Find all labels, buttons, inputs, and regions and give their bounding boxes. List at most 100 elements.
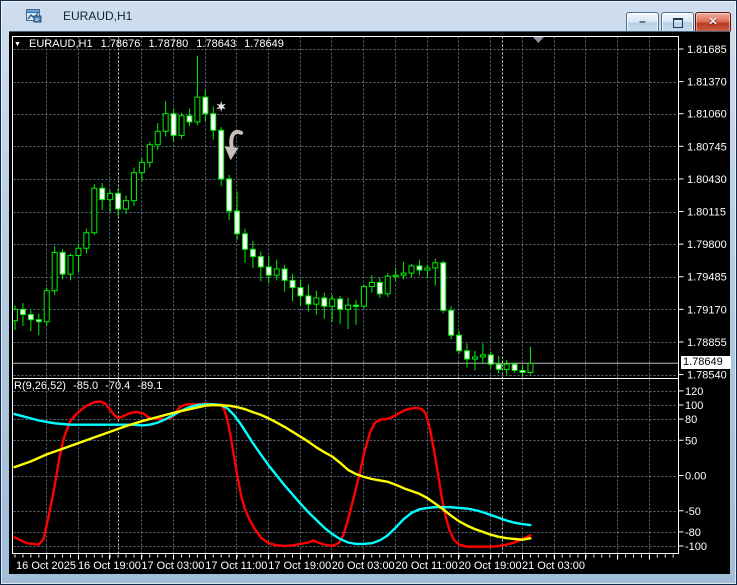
candle-bull — [527, 362, 534, 373]
indicator-value-cyan: -70.4 — [105, 380, 131, 392]
candle-bull — [479, 354, 486, 358]
candle-bear — [19, 308, 26, 316]
maximize-restore-button[interactable] — [661, 12, 694, 33]
candle-bull — [329, 298, 336, 307]
price-label: 1.79170 — [687, 304, 727, 316]
candle-bear — [305, 295, 312, 305]
candle-bear — [99, 187, 106, 201]
indicator-axis-label: -50 — [685, 506, 701, 518]
minimize-button[interactable]: – — [626, 12, 659, 33]
candle-bear — [487, 354, 494, 365]
ohlc-header: ▼ EURAUD,H1 1.78676 1.78780 1.78643 1.78… — [14, 38, 289, 50]
price-label: 1.78540 — [687, 370, 727, 382]
candle-bear — [456, 334, 463, 352]
candle-bull — [67, 255, 74, 275]
candle-bull — [123, 200, 130, 210]
candle-bull — [75, 247, 82, 257]
candle-bull — [368, 281, 375, 288]
price-label: 1.78855 — [687, 337, 727, 349]
candle-bear — [297, 287, 304, 297]
header-open: 1.78676 — [100, 38, 141, 50]
candle-bear — [495, 363, 502, 370]
candle-bull — [384, 275, 391, 295]
time-label: 20 Oct 19:00 — [459, 560, 522, 572]
candle-bear — [289, 279, 296, 289]
indicator-lines — [13, 400, 532, 548]
indicator-axis-label: 80 — [685, 414, 697, 426]
candle-bear — [352, 304, 359, 307]
indicator-value-red: -85.0 — [73, 380, 99, 392]
candle-bear — [376, 281, 383, 295]
chart-plot[interactable]: 1.81685 1.81370 1.81060 1.80745 1.80430 1.801… — [9, 31, 730, 574]
chart-icon: w — [26, 9, 42, 23]
candle-bear — [416, 265, 423, 271]
window-title: EURAUD,H1 — [63, 9, 133, 23]
indicator-value-yellow: -89.1 — [137, 380, 163, 392]
price-label: 1.80745 — [687, 141, 727, 153]
candle-bear — [27, 314, 34, 321]
price-label: 1.79485 — [687, 272, 727, 284]
header-symbol: EURAUD,H1 — [29, 38, 93, 50]
indicator-axis-label: -80 — [685, 527, 701, 539]
candle-bear — [440, 262, 447, 311]
header-high: 1.78780 — [148, 38, 189, 50]
indicator-axis-label: 0.00 — [685, 471, 706, 483]
candle-bear — [519, 369, 526, 373]
candle-bear — [218, 129, 225, 180]
candle-bull — [91, 187, 98, 234]
shift-marker-icon — [532, 37, 544, 43]
candle-bear — [265, 266, 272, 276]
candle-bear — [170, 113, 177, 136]
time-label: 17 Oct 19:00 — [268, 560, 331, 572]
minimize-icon: – — [639, 14, 646, 28]
price-label: 1.81060 — [687, 109, 727, 121]
candle-bear — [115, 192, 122, 210]
price-label: 1.81685 — [687, 44, 727, 56]
price-label: 1.79800 — [687, 239, 727, 251]
candle-bear — [202, 96, 209, 115]
candle-bull — [146, 144, 153, 163]
time-label: 20 Oct 11:00 — [396, 560, 458, 572]
candle-bull — [273, 268, 280, 276]
candle-bear — [234, 210, 241, 235]
candle-bull — [432, 262, 439, 269]
price-label: 1.80115 — [687, 207, 726, 219]
close-icon: ✕ — [708, 16, 718, 28]
candle-bear — [210, 113, 217, 131]
time-label: 17 Oct 11:00 — [205, 560, 267, 572]
candle-bear — [321, 297, 328, 307]
time-label: 20 Oct 03:00 — [332, 560, 395, 572]
candle-bull — [471, 356, 478, 360]
header-close: 1.78649 — [244, 38, 284, 50]
indicator-line-cyan — [13, 403, 532, 546]
candle-bear — [35, 319, 42, 323]
close-button[interactable]: ✕ — [695, 12, 731, 33]
time-label: 16 Oct 2025 — [16, 560, 76, 572]
candle-bull — [408, 265, 415, 274]
star-icon — [216, 101, 226, 112]
candle-bull — [392, 274, 399, 277]
time-label: 17 Oct 03:00 — [141, 560, 204, 572]
candle-bull — [424, 267, 431, 271]
chart-window: w EURAUD,H1 – ✕ 1.81685 1.81370 1.81060 1.8… — [0, 0, 737, 585]
candle-bear — [241, 233, 248, 250]
candle-bear — [59, 251, 66, 275]
titlebar[interactable]: w EURAUD,H1 – ✕ — [1, 1, 736, 33]
chart-content[interactable]: 1.81685 1.81370 1.81060 1.80745 1.80430 1.801… — [9, 31, 730, 574]
candle-bull — [194, 96, 201, 123]
price-axis[interactable]: 1.81685 1.81370 1.81060 1.80745 1.80430 1.801… — [678, 44, 727, 553]
candle-bull — [130, 172, 137, 202]
candle-bull — [313, 297, 320, 305]
candle-bull — [138, 161, 145, 174]
indicator-axis-label: -100 — [685, 541, 707, 553]
grid — [13, 36, 678, 554]
candle-bull — [12, 308, 18, 322]
candles-group — [12, 55, 534, 377]
candle-bear — [226, 178, 233, 212]
indicator-axis-label: 50 — [685, 435, 697, 447]
candle-bull — [360, 286, 367, 307]
current-price-tag: 1.78649 — [681, 355, 731, 369]
candle-bull — [503, 363, 510, 370]
candle-bull — [83, 232, 90, 249]
time-axis[interactable]: 16 Oct 2025 16 Oct 19:00 17 Oct 03:00 17 Oc… — [14, 554, 674, 573]
